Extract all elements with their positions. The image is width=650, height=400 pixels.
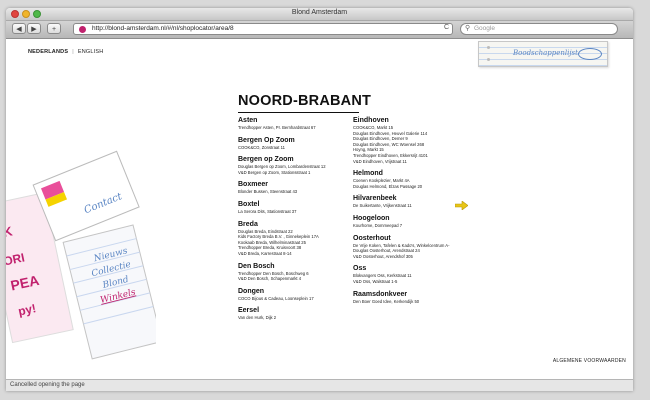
store-entry: Blonder Bussen, Steenstraat 43 <box>238 189 298 195</box>
search-placeholder: Google <box>474 25 495 32</box>
city-heading: Asten <box>238 117 258 124</box>
store-entry: Kourhome, Dommeepad 7 <box>353 222 403 228</box>
note-hole <box>487 46 490 49</box>
title-bar: Blond Amsterdam <box>6 8 633 21</box>
title-underline <box>238 112 359 113</box>
store-entry: De Suikertante, Vrijkenstraat 11 <box>353 203 412 209</box>
store-entry: Van den Hurk, Dijk 2 <box>238 315 277 321</box>
store-list-right: Eindhoven COOK&CO, Markt 15 Douglas Eindho… <box>353 116 553 304</box>
store-entry: V&D Eindhoven, Vrijstraat 11 <box>353 158 407 164</box>
city-heading: Den Bosch <box>238 262 275 270</box>
language-switcher: NEDERLANDS | ENGLISH <box>28 49 103 55</box>
lang-separator: | <box>72 49 74 55</box>
area-title: NOORD-BRABANT <box>238 93 372 109</box>
city-heading: Oosterhout <box>353 234 391 242</box>
shopping-list-label: Boodschappenlijst <box>513 49 578 57</box>
browser-window: Blond Amsterdam ◀ ▶ + http://blond-amste… <box>6 8 633 391</box>
store-entry: Trendhopper Asten, Pr. Bernhardstraat 67 <box>238 125 316 130</box>
city-heading: Boxmeer <box>238 181 268 189</box>
store-entry: V&D Oss, Walstraat 1-5 <box>353 278 398 284</box>
site-favicon-icon <box>79 26 86 33</box>
store-entry: COCO Bijous & Cadeau, Loonseplein 17 <box>238 295 314 301</box>
status-bar: Cancelled opening the page <box>6 379 633 391</box>
lang-nl-link[interactable]: NEDERLANDS <box>28 49 68 55</box>
city-heading: Dongen <box>238 287 265 295</box>
lang-en-link[interactable]: ENGLISH <box>78 49 104 55</box>
city-heading: Hoogeloon <box>353 214 390 222</box>
terms-link[interactable]: ALGEMENE VOORWAARDEN <box>553 358 626 364</box>
city-heading: Bergen op Zoom <box>238 156 294 164</box>
window-title: Blond Amsterdam <box>291 9 348 16</box>
store-entry: V&D Den Bosch, Schapenmarkt 4 <box>238 276 302 282</box>
city-heading: Breda <box>238 220 258 228</box>
city-heading: Hilvarenbeek <box>353 195 397 203</box>
city-heading: Boxtel <box>238 200 260 208</box>
navigation-collage: NK ORI PEA py! Contact Nieuws Collectie … <box>6 150 156 360</box>
store-list-left: Asten Trendhopper Asten, Pr. Bernhardstra… <box>238 116 353 321</box>
url-text: http://blond-amsterdam.nl/#/nl/shoplocat… <box>92 25 234 32</box>
page-content: NEDERLANDS | ENGLISH Boodschappenlijst NK … <box>6 39 633 379</box>
store-entry: COOK&CO, Zonstraat 11 <box>238 144 285 150</box>
store-entry: Den Boer Goed Idee, Kerkendijk 50 <box>353 298 420 304</box>
address-bar[interactable]: http://blond-amsterdam.nl/#/nl/shoplocat… <box>73 23 453 35</box>
store-entry: V&D Bergen op Zoom, Stationsstraat 1 <box>238 169 311 175</box>
store-entry: La Serora Dits, Stationstraat 37 <box>238 208 297 214</box>
store-entry: V&D Breda, Karrestraat 8-14 <box>238 250 292 256</box>
city-heading: Bergen Op Zoom <box>238 136 295 144</box>
reload-icon[interactable]: C <box>444 24 449 31</box>
city-heading: Eindhoven <box>353 117 389 124</box>
status-text: Cancelled opening the page <box>10 382 85 388</box>
notebook-menu: Nieuws Collectie Blond Winkels <box>62 224 156 360</box>
city-heading: Eersel <box>238 307 260 315</box>
store-entry: Douglas Helmond, Elzas Passage 20 <box>353 183 423 189</box>
back-button[interactable]: ◀ <box>12 23 26 34</box>
store-entry: V&D Oosterhout, Arendshof 305 <box>353 253 413 259</box>
city-heading: Oss <box>353 265 367 273</box>
add-bookmark-button[interactable]: + <box>47 23 61 34</box>
search-field[interactable]: ⚲ Google <box>460 23 618 35</box>
city-heading: Raamsdonkveer <box>353 290 408 298</box>
forward-button[interactable]: ▶ <box>27 23 41 34</box>
search-icon: ⚲ <box>465 25 471 32</box>
note-hole <box>487 58 490 61</box>
scribble-icon <box>578 48 602 60</box>
next-arrow-icon[interactable] <box>455 201 468 210</box>
city-heading: Helmond <box>353 170 383 178</box>
shopping-list-note[interactable]: Boodschappenlijst <box>478 41 608 67</box>
browser-toolbar: ◀ ▶ + http://blond-amsterdam.nl/#/nl/sho… <box>6 21 633 39</box>
